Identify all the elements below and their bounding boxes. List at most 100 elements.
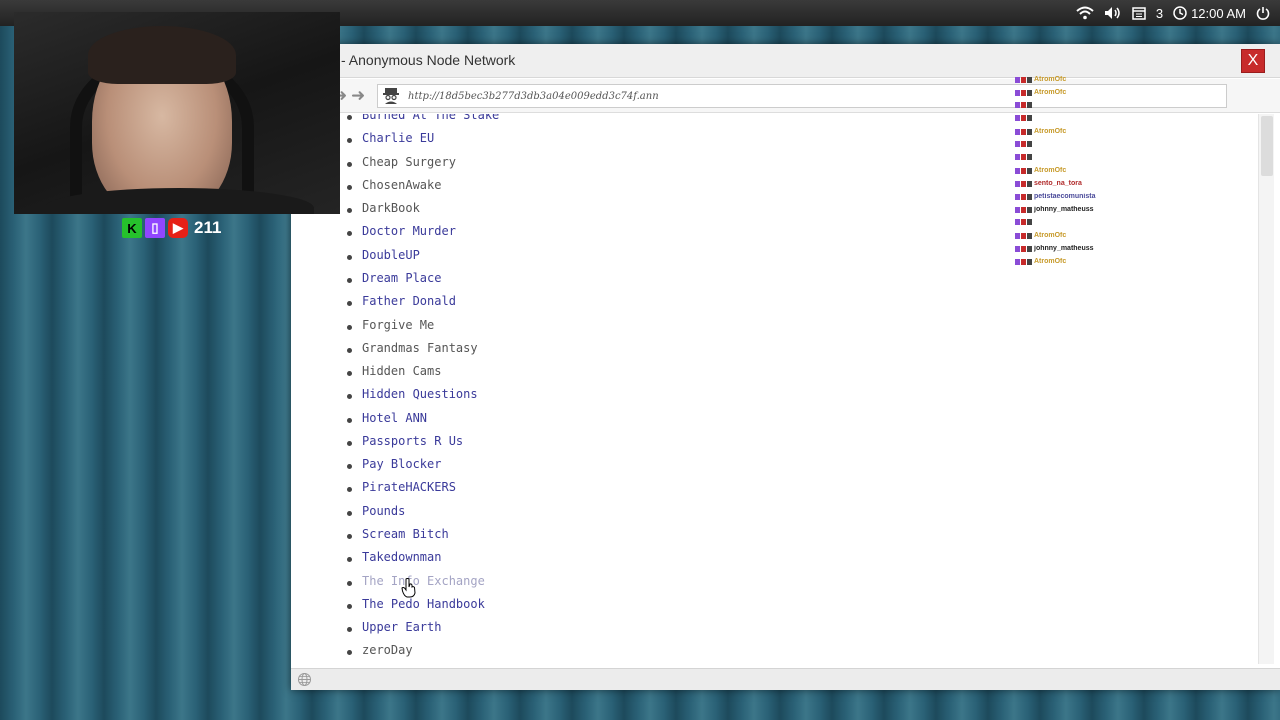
chat-badges — [1015, 180, 1032, 187]
site-link[interactable]: Father Donald — [362, 294, 456, 308]
list-bullet — [347, 440, 352, 446]
list-bullet — [347, 371, 352, 377]
power-icon[interactable] — [1256, 6, 1270, 20]
globe-icon[interactable] — [297, 672, 312, 691]
chat-badge-icon — [1027, 115, 1032, 121]
wifi-icon[interactable] — [1076, 6, 1094, 20]
site-link[interactable]: Cheap Surgery — [362, 155, 456, 169]
chat-badge-icon — [1015, 219, 1020, 225]
volume-icon[interactable] — [1104, 6, 1122, 20]
chat-badge-icon — [1027, 102, 1032, 108]
chat-badges — [1015, 258, 1032, 265]
site-link[interactable]: PirateHACKERS — [362, 480, 456, 494]
clock-time[interactable]: 12:00 AM — [1191, 6, 1246, 21]
list-bullet — [347, 464, 352, 470]
window-titlebar[interactable]: - Anonymous Node Network X — [291, 44, 1280, 78]
chat-username: johnny_matheuss — [1034, 206, 1094, 213]
site-link[interactable]: Pounds — [362, 504, 405, 518]
url-text: http://18d5bec3b277d3db3a04e009edd3c74f.… — [408, 90, 659, 102]
site-link[interactable]: Doctor Murder — [362, 224, 456, 238]
list-bullet — [347, 184, 352, 190]
window-title: - Anonymous Node Network — [341, 52, 516, 68]
site-link[interactable]: The Info Exchange — [362, 574, 485, 588]
chat-badge-icon — [1021, 115, 1026, 121]
close-button[interactable]: X — [1241, 49, 1265, 73]
viewer-count: 211 — [194, 218, 222, 237]
list-bullet — [347, 254, 352, 260]
site-link[interactable]: DoubleUP — [362, 248, 420, 262]
twitch-icon: ▯ — [145, 218, 165, 238]
chat-badge-icon — [1021, 180, 1026, 187]
chat-badge-icon — [1021, 232, 1026, 239]
chat-badge-icon — [1015, 115, 1020, 121]
chat-badge-icon — [1021, 206, 1026, 213]
chat-badge-icon — [1027, 167, 1032, 174]
site-link[interactable]: Takedownman — [362, 550, 441, 564]
chat-message: AtromOfc — [1015, 89, 1265, 96]
site-link[interactable]: The Pedo Handbook — [362, 597, 485, 611]
chat-badge-icon — [1027, 193, 1032, 200]
chat-badges — [1015, 128, 1032, 135]
site-link[interactable]: Dream Place — [362, 271, 441, 285]
chat-badges — [1015, 141, 1032, 147]
chat-message: petistaecomunista — [1015, 193, 1265, 200]
site-link[interactable]: Forgive Me — [362, 318, 434, 332]
list-bullet — [347, 324, 352, 330]
chat-message — [1015, 141, 1265, 147]
list-bullet — [347, 627, 352, 633]
site-link[interactable]: Charlie EU — [362, 131, 434, 145]
chat-username: AtromOfc — [1034, 89, 1067, 96]
chat-message: johnny_matheuss — [1015, 206, 1265, 213]
chat-badge-icon — [1021, 76, 1026, 83]
site-link[interactable]: Grandmas Fantasy — [362, 341, 478, 355]
site-link[interactable]: Burned At The Stake — [362, 114, 499, 122]
chat-badge-icon — [1021, 102, 1026, 108]
site-link[interactable]: Hotel ANN — [362, 411, 427, 425]
chat-message — [1015, 115, 1265, 121]
chat-badge-icon — [1015, 245, 1020, 252]
site-link[interactable]: Scream Bitch — [362, 527, 449, 541]
chat-badge-icon — [1027, 245, 1032, 252]
list-bullet — [347, 417, 352, 423]
chat-badge-icon — [1015, 76, 1020, 83]
list-bullet — [347, 301, 352, 307]
chat-badge-icon — [1015, 128, 1020, 135]
chat-badges — [1015, 167, 1032, 174]
site-link[interactable]: Pay Blocker — [362, 457, 441, 471]
site-link[interactable]: ChosenAwake — [362, 178, 441, 192]
site-link[interactable]: zeroDay — [362, 643, 413, 657]
chat-badge-icon — [1015, 232, 1020, 239]
list-bullet — [347, 510, 352, 516]
calendar-icon[interactable] — [1132, 6, 1146, 20]
chat-badge-icon — [1015, 167, 1020, 174]
list-bullet — [347, 534, 352, 540]
chat-message — [1015, 154, 1265, 160]
chat-badges — [1015, 219, 1032, 225]
chat-badges — [1015, 154, 1032, 160]
chat-badge-icon — [1027, 141, 1032, 147]
forward-arrow-icon[interactable]: ➜ — [351, 86, 365, 106]
chat-badges — [1015, 193, 1032, 200]
chat-message: AtromOfc — [1015, 76, 1265, 83]
chat-badges — [1015, 206, 1032, 213]
chat-username: AtromOfc — [1034, 128, 1067, 135]
chat-badge-icon — [1021, 128, 1026, 135]
site-link[interactable]: DarkBook — [362, 201, 420, 215]
list-bullet — [347, 394, 352, 400]
youtube-icon: ▶ — [168, 218, 188, 238]
chat-badge-icon — [1027, 258, 1032, 265]
chat-badges — [1015, 89, 1032, 96]
chat-badge-icon — [1015, 206, 1020, 213]
site-link[interactable]: Passports R Us — [362, 434, 463, 448]
site-link[interactable]: Upper Earth — [362, 620, 441, 634]
site-link[interactable]: Hidden Cams — [362, 364, 441, 378]
chat-badge-icon — [1015, 180, 1020, 187]
chat-badge-icon — [1021, 219, 1026, 225]
chat-badge-icon — [1027, 219, 1032, 225]
chat-badge-icon — [1015, 193, 1020, 200]
chat-badge-icon — [1027, 89, 1032, 96]
chat-badge-icon — [1021, 193, 1026, 200]
site-link[interactable]: Hidden Questions — [362, 387, 478, 401]
chat-message: sento_na_tora — [1015, 180, 1265, 187]
chat-message: AtromOfc — [1015, 167, 1265, 174]
